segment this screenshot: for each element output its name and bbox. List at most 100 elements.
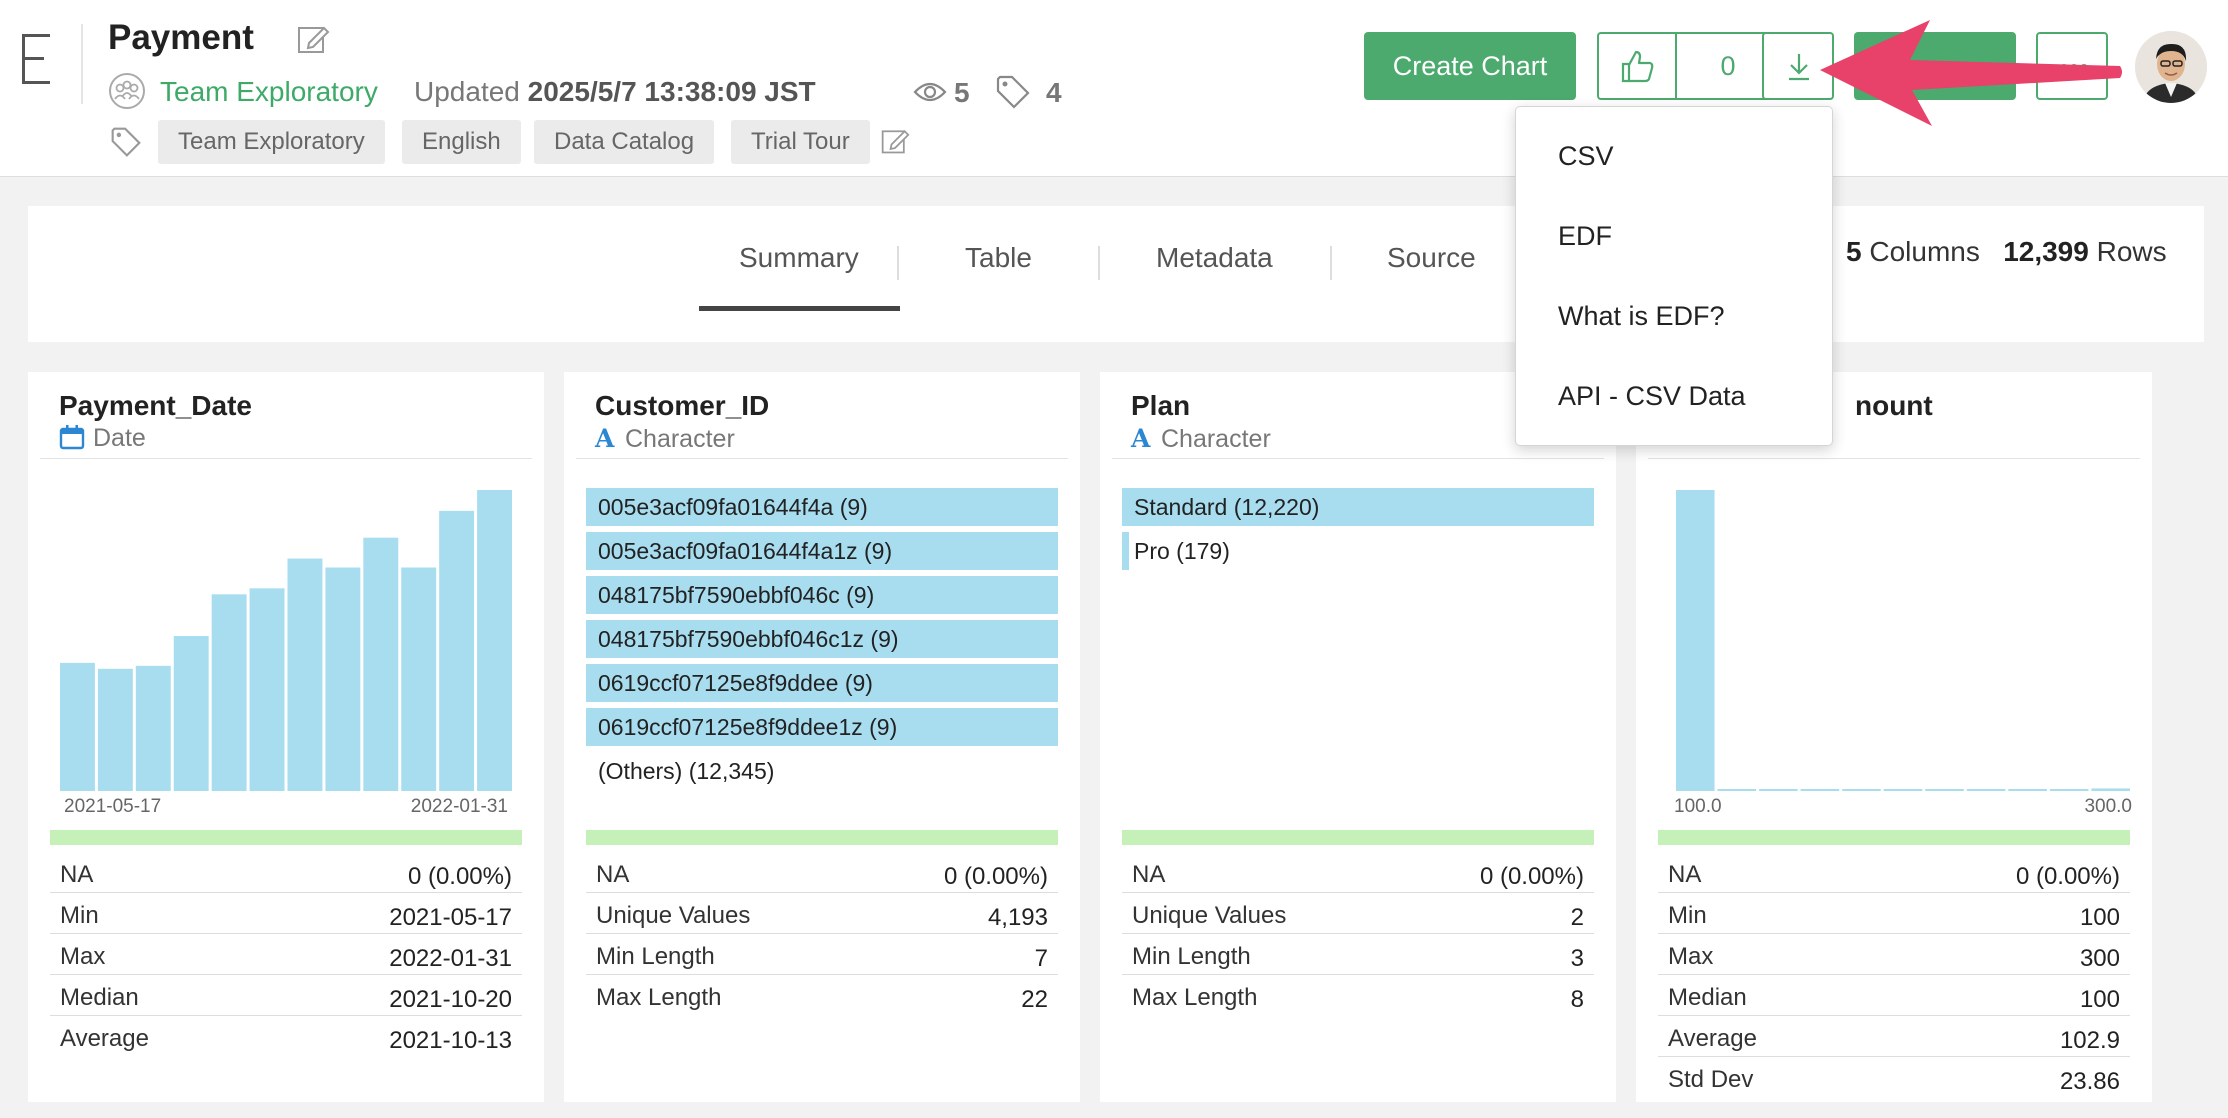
stats-table: NA 0 (0.00%) Min 2021-05-17 Max 2022-01-31 … [50, 852, 522, 1057]
histogram-bar [60, 662, 95, 791]
tab-bar: Summary Table Metadata Source 5 Columns … [28, 206, 2204, 342]
stat-row: Max Length 8 [1122, 975, 1594, 1016]
edit-tags-icon[interactable] [880, 126, 910, 156]
menu-item-edf[interactable]: EDF [1558, 221, 1612, 252]
download-icon [1789, 54, 1809, 81]
stat-label: Min [60, 902, 99, 929]
stat-label: Min Length [596, 943, 715, 970]
stat-value: 102.9 [2059, 1027, 2120, 1054]
tab-summary[interactable]: Summary [739, 242, 859, 274]
tag-chip[interactable]: Trial Tour [731, 120, 870, 164]
tab-separator [897, 246, 899, 280]
category-row: Standard (12,220) [1122, 488, 1594, 526]
menu-item-what-is-edf[interactable]: What is EDF? [1558, 301, 1725, 332]
header-divider [81, 24, 83, 104]
annotation-arrow [1820, 20, 2122, 126]
stat-row: Min 2021-05-17 [50, 893, 522, 934]
stat-row: Average 2021-10-13 [50, 1016, 522, 1057]
histogram-bar [1676, 490, 1715, 791]
stat-value: 3 [1570, 945, 1584, 972]
column-type: A Character [595, 424, 735, 453]
stat-value: 2021-10-13 [389, 1027, 512, 1054]
stats-table: NA 0 (0.00%) Min 100 Max 300 Median 100 Aver… [1658, 852, 2130, 1098]
histogram-bar [1883, 789, 1923, 791]
category-row: 0619ccf07125e8f9ddee1z (9) [586, 708, 1058, 746]
tab-table[interactable]: Table [965, 242, 1032, 274]
histogram-bar [211, 594, 247, 791]
stat-value: 2022-01-31 [389, 945, 512, 972]
stat-value: 0 (0.00%) [1479, 863, 1584, 890]
category-row: Pro (179) [1122, 532, 1594, 570]
category-bar [1122, 532, 1129, 570]
tag-chip[interactable]: Data Catalog [534, 120, 715, 164]
category-label: 005e3acf09fa01644f4a (9) [598, 494, 868, 520]
category-row: 005e3acf09fa01644f4a (9) [586, 488, 1058, 526]
category-row: 005e3acf09fa01644f4a1z (9) [586, 532, 1058, 570]
tag-chip[interactable]: Team Exploratory [158, 120, 385, 164]
column-card-plan: Plan A Character Standard (12,220) Pro (17… [1100, 372, 1616, 1102]
stat-row: NA 0 (0.00%) [586, 852, 1058, 893]
stat-label: Max [60, 943, 106, 970]
histogram-bar [97, 668, 133, 791]
stat-label: Average [1668, 1025, 1757, 1052]
app-logo[interactable] [22, 34, 56, 84]
histogram-bar [173, 636, 209, 791]
tab-metadata[interactable]: Metadata [1156, 242, 1273, 274]
character-icon: A [595, 424, 615, 453]
stat-value: 300 [2079, 945, 2120, 972]
eye-icon [913, 82, 947, 102]
stat-value: 23.86 [2059, 1068, 2120, 1095]
column-card-customer-id: Customer_ID A Character 005e3acf09fa01644… [564, 372, 1080, 1102]
category-list: 005e3acf09fa01644f4a (9) 005e3acf09fa0164… [586, 488, 1058, 796]
stat-row: NA 0 (0.00%) [1122, 852, 1594, 893]
user-photo-icon [2135, 31, 2207, 103]
column-name: Payment_Date [59, 390, 252, 421]
tag-icon [996, 75, 1030, 109]
category-label: 0619ccf07125e8f9ddee1z (9) [598, 714, 898, 740]
create-chart-button[interactable]: Create Chart [1364, 32, 1576, 100]
calendar-icon [59, 425, 85, 450]
stat-row: Min 100 [1658, 893, 2130, 934]
stat-row: Median 100 [1658, 975, 2130, 1016]
histogram-bar [1717, 789, 1757, 791]
stat-value: 2 [1570, 904, 1584, 931]
tag-chip[interactable]: English [402, 120, 521, 164]
category-label: 005e3acf09fa01644f4a1z (9) [598, 538, 893, 564]
menu-item-api-csv-data[interactable]: API - CSV Data [1558, 381, 1746, 412]
na-ratio-bar [50, 830, 522, 845]
edit-title-icon[interactable] [296, 22, 330, 56]
column-card-payment-date: Payment_Date Date 2021-05-17 2022-01-31 … [28, 372, 544, 1102]
tab-separator [1330, 246, 1332, 280]
category-label: Standard (12,220) [1134, 494, 1320, 520]
histogram-bar [363, 537, 399, 791]
stat-label: Unique Values [1132, 902, 1287, 929]
stat-row: Min Length 7 [586, 934, 1058, 975]
stat-label: Max Length [1132, 984, 1258, 1011]
team-link[interactable]: Team Exploratory [160, 76, 378, 108]
stat-value: 2021-10-20 [389, 986, 512, 1013]
histogram-bar [1842, 789, 1881, 791]
stat-value: 0 (0.00%) [2015, 863, 2120, 890]
stat-value: 22 [1021, 986, 1048, 1013]
histogram-bar [2049, 789, 2089, 791]
download-menu: CSV EDF What is EDF? API - CSV Data [1515, 106, 1833, 446]
histogram-bar [2008, 789, 2047, 791]
x-axis-min-label: 2021-05-17 [64, 796, 162, 817]
stat-row: NA 0 (0.00%) [50, 852, 522, 893]
stat-label: NA [1132, 861, 1166, 888]
like-button[interactable]: 0 [1597, 32, 1781, 100]
stat-value: 7 [1034, 945, 1048, 972]
card-divider [576, 458, 1068, 459]
stat-row: Unique Values 2 [1122, 893, 1594, 934]
histogram-bar [1925, 789, 1964, 791]
column-type: A Character [1131, 424, 1271, 453]
category-row: 048175bf7590ebbf046c1z (9) [586, 620, 1058, 658]
user-avatar[interactable] [2135, 31, 2207, 103]
category-label: 0619ccf07125e8f9ddee (9) [598, 670, 873, 696]
tab-source[interactable]: Source [1387, 242, 1476, 274]
x-axis-max-label: 300.0 [2084, 796, 2132, 817]
menu-item-csv[interactable]: CSV [1558, 141, 1614, 172]
numeric-histogram [1676, 490, 2130, 791]
column-name-visible-part: nount [1855, 390, 1933, 421]
stat-label: Max [1668, 943, 1714, 970]
